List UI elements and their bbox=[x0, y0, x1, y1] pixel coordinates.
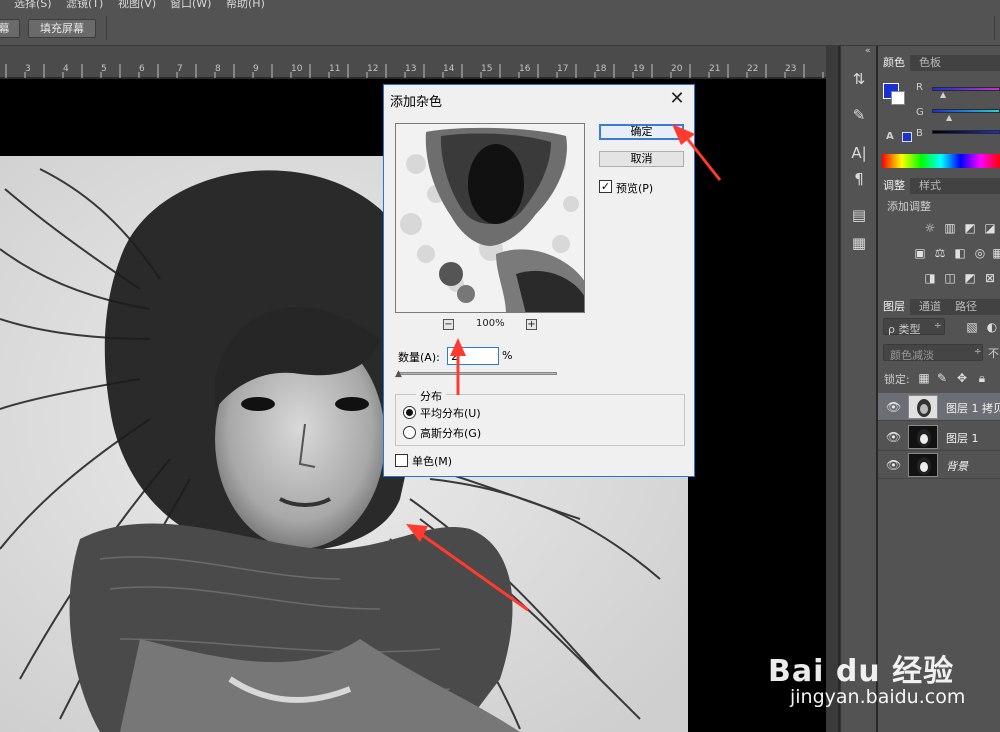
arrow-to-image bbox=[417, 530, 529, 612]
arrow-to-amount-head bbox=[450, 338, 466, 356]
watermark-logo: Bai du 经验 bbox=[768, 654, 955, 689]
photoshop-window: 选择(S) 滤镜(T) 视图(V) 窗口(W) 帮助(H) 幕 填充屏幕 3 4… bbox=[0, 0, 1000, 732]
watermark-url: jingyan.baidu.com bbox=[790, 686, 966, 708]
arrow-to-image-head bbox=[406, 524, 428, 542]
annotation-layer bbox=[406, 124, 722, 612]
